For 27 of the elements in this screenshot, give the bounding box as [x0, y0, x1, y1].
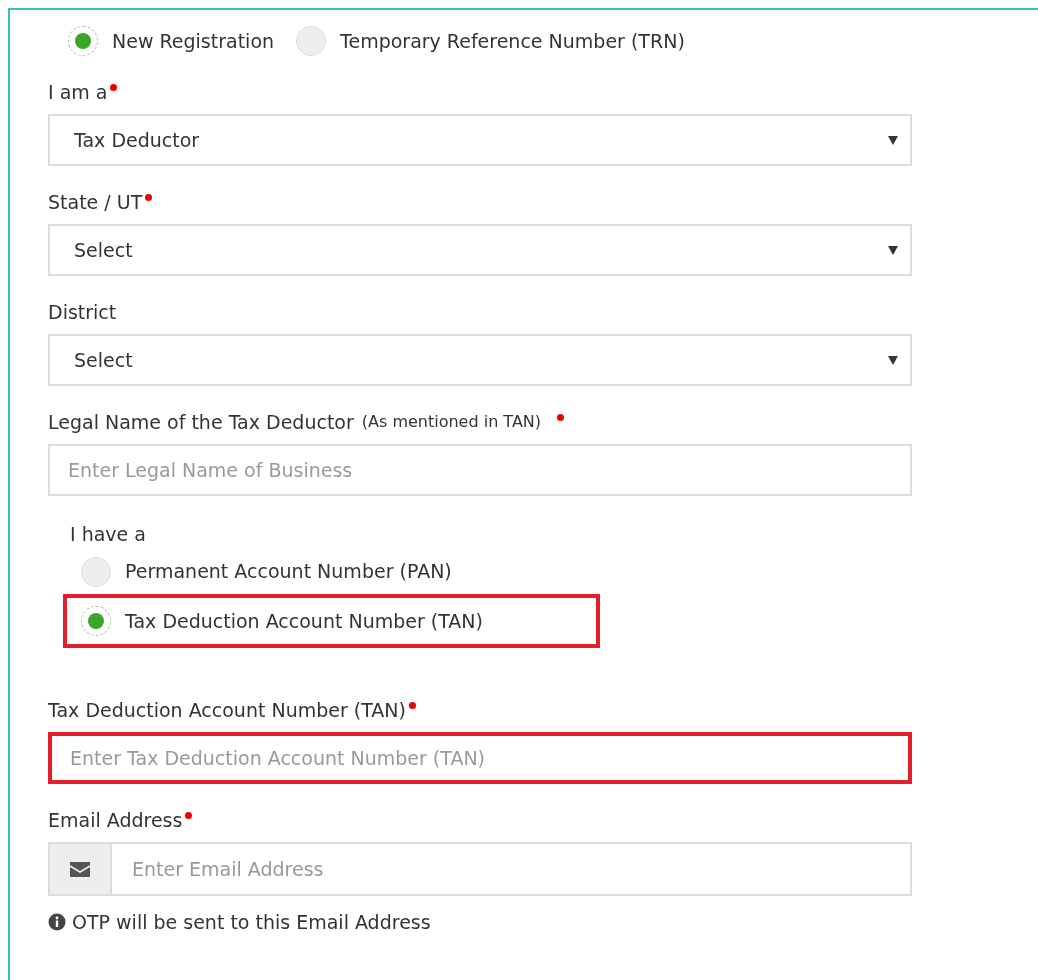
dropdown-select[interactable]: Tax Deductor — [48, 114, 912, 166]
radio-button[interactable] — [81, 606, 111, 636]
field-label: Legal Name of the Tax Deductor — [48, 410, 354, 434]
field-label: Tax Deduction Account Number (TAN) — [48, 698, 406, 722]
help-text: OTP will be sent to this Email Address — [72, 910, 431, 935]
info-icon — [48, 913, 66, 932]
field-label: Email Address — [48, 808, 183, 832]
text-field[interactable]: Enter Tax Deduction Account Number (TAN) — [48, 732, 912, 784]
radio-button[interactable] — [81, 556, 111, 587]
field-label: I am a — [48, 80, 108, 104]
radio-label[interactable]: New Registration — [112, 26, 275, 56]
radio-button[interactable] — [68, 26, 98, 56]
radio-label[interactable]: Permanent Account Number (PAN) — [125, 557, 452, 586]
envelope-icon — [70, 861, 90, 877]
radio-button[interactable] — [296, 26, 327, 56]
field-label: District — [48, 300, 117, 324]
dropdown-select[interactable]: Select — [48, 224, 912, 276]
field-hint: (As mentioned in TAN) — [361, 411, 542, 433]
caret-icon — [888, 355, 898, 365]
dropdown-select[interactable]: Select — [48, 334, 912, 386]
radio-label[interactable]: Temporary Reference Number (TRN) — [340, 26, 685, 56]
group-label: I have a — [70, 522, 147, 547]
caret-icon — [888, 245, 898, 255]
caret-icon — [888, 135, 898, 145]
email-field[interactable]: Enter Email Address — [110, 842, 912, 896]
radio-label[interactable]: Tax Deduction Account Number (TAN) — [125, 606, 483, 636]
field-label: State / UT — [48, 190, 143, 214]
